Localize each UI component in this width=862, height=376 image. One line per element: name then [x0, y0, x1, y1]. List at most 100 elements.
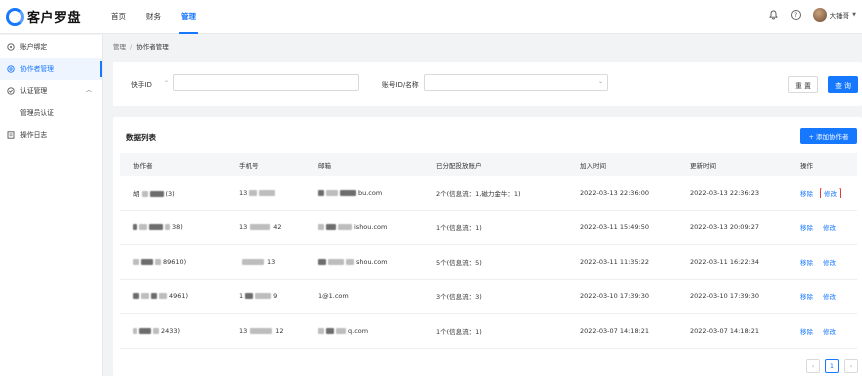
redacted-block: [340, 189, 356, 196]
remove-link[interactable]: 移除: [800, 293, 813, 301]
redacted-block: [318, 224, 324, 231]
nav-manage[interactable]: 管理: [179, 0, 198, 34]
collaborator-cell: 胡 (3): [120, 188, 226, 198]
kuaishou-id-input[interactable]: [173, 74, 359, 91]
logo-icon: [6, 7, 24, 26]
redacted-block: [139, 327, 151, 334]
joined-time: 2022-03-10 17:39:30: [580, 292, 650, 301]
accounts-cell: 5个(信息流：5): [436, 258, 482, 267]
redacted-block: [318, 327, 324, 334]
actions-cell: 移除 修改: [787, 326, 857, 336]
collaborator-cell: 89610): [120, 258, 226, 266]
redacted-block: [328, 258, 344, 265]
actions-cell: 移除 修改: [787, 187, 857, 198]
redacted-block: [326, 327, 334, 334]
sidebar-item-operation-log[interactable]: 操作日志: [0, 124, 102, 146]
phone-suffix: 12: [275, 326, 284, 335]
phone-cell: 13: [226, 189, 305, 197]
redacted-block: [245, 293, 254, 300]
email-cell: shou.com: [305, 258, 423, 266]
joined-time: 2022-03-11 15:49:50: [580, 223, 650, 232]
remove-link[interactable]: 移除: [800, 224, 813, 232]
add-collaborator-button[interactable]: + 添加协作者: [800, 128, 857, 144]
collaborator-suffix: 2433): [161, 326, 181, 335]
chevron-down-icon[interactable]: ▼: [852, 12, 856, 18]
email-cell: 1@1.com: [318, 292, 349, 301]
help-icon[interactable]: ?: [790, 10, 801, 20]
link-icon: [7, 43, 15, 51]
edit-link[interactable]: 修改: [823, 293, 836, 301]
sidebar-item-label: 账户绑定: [20, 43, 48, 51]
search-button[interactable]: 查 询: [828, 76, 858, 93]
nav-home[interactable]: 首页: [111, 0, 126, 34]
sidebar-item-label: 管理员认证: [20, 109, 54, 117]
collaborator-suffix: 4961): [169, 292, 189, 301]
collaborator-cell: 4961): [120, 292, 226, 300]
edit-link[interactable]: 修改: [820, 187, 841, 198]
redacted-block: [326, 189, 338, 196]
check-circle-icon: [7, 87, 15, 95]
sidebar-item-admin-certification[interactable]: 管理员认证: [0, 102, 102, 124]
redacted-block: [165, 224, 170, 231]
log-icon: [7, 131, 15, 139]
nav-finance[interactable]: 财务: [146, 0, 161, 34]
redacted-block: [259, 189, 276, 196]
page-number[interactable]: 1: [825, 359, 839, 373]
kuaishou-id-type-select[interactable]: ⌄: [157, 74, 173, 91]
redacted-block: [250, 327, 273, 334]
breadcrumb-parent[interactable]: 管理: [113, 43, 126, 51]
redacted-block: [249, 189, 258, 196]
joined-time: 2022-03-11 11:35:22: [580, 257, 650, 266]
phone-cell: 13 12: [226, 327, 305, 335]
logo[interactable]: 客户罗盘: [6, 7, 81, 26]
sidebar-item-collaborators[interactable]: 协作者管理: [0, 58, 102, 80]
sidebar-item-label: 操作日志: [20, 131, 48, 139]
actions-cell: 移除 修改: [787, 222, 857, 232]
actions-cell: 移除 修改: [787, 257, 857, 267]
redacted-block: [318, 189, 324, 196]
edit-link[interactable]: 修改: [823, 224, 836, 232]
phone-prefix: 13: [239, 223, 248, 232]
user-area: ? 大锤哥 ▼: [756, 8, 856, 22]
table-row: 胡 (3) 13 bu.com 2个(信息流：1,磁力金牛：1) 2022-03-…: [120, 176, 857, 211]
collaborator-cell: 38): [120, 223, 226, 231]
sidebar-item-label: 协作者管理: [20, 65, 54, 73]
phone-suffix: 9: [273, 292, 278, 301]
phone-cell: 19: [226, 292, 305, 300]
redacted-block: [153, 327, 159, 334]
column-header: 加入时间: [580, 161, 606, 170]
remove-link[interactable]: 移除: [800, 259, 813, 267]
phone-prefix: 13: [239, 326, 248, 335]
phone-cell: 13 42: [226, 223, 305, 231]
next-page-button[interactable]: ›: [844, 359, 858, 373]
updated-time: 2022-03-07 14:18:21: [690, 326, 760, 335]
reset-button[interactable]: 重 置: [788, 76, 818, 93]
sidebar-item-account-binding[interactable]: 账户绑定: [0, 36, 102, 58]
sidebar-item-label: 认证管理: [20, 87, 48, 95]
email-suffix: q.com: [348, 326, 369, 335]
collaborator-suffix: 38): [172, 223, 183, 232]
remove-link[interactable]: 移除: [800, 328, 813, 336]
edit-link[interactable]: 修改: [823, 259, 836, 267]
data-list-panel: 数据列表 + 添加协作者 协作者 手机号 邮箱 已分配投放账户 加入时间 更新时…: [113, 117, 862, 376]
table-row: 89610) 13 shou.com 5个(信息流：5) 2022-03-11 …: [120, 245, 857, 280]
pagination: ‹ 1 ›: [801, 359, 858, 373]
top-bar: 客户罗盘 首页 财务 管理 ? 大锤哥 ▼: [0, 0, 862, 34]
remove-link[interactable]: 移除: [800, 190, 813, 198]
account-id-select[interactable]: ⌄: [424, 74, 608, 91]
sidebar-item-certification[interactable]: 认证管理 ︿: [0, 80, 102, 102]
edit-link[interactable]: 修改: [823, 328, 836, 336]
redacted-block: [326, 224, 336, 231]
chevron-up-icon: ︿: [85, 87, 92, 94]
updated-time: 2022-03-13 22:36:23: [690, 188, 760, 197]
bell-icon[interactable]: [768, 10, 779, 21]
avatar[interactable]: [812, 8, 827, 22]
prev-page-button[interactable]: ‹: [806, 359, 820, 373]
user-name[interactable]: 大锤哥: [830, 10, 850, 20]
column-header: 邮箱: [318, 161, 331, 170]
table-row: 2433) 13 12 q.com 1个(信息流：1) 2022-03-07 14…: [120, 314, 857, 349]
redacted-block: [133, 293, 139, 300]
redacted-block: [155, 258, 161, 265]
settings-icon: [7, 65, 15, 73]
table-row: 38) 13 42 ishou.com 1个(信息流：1) 2022-03-11 …: [120, 211, 857, 245]
